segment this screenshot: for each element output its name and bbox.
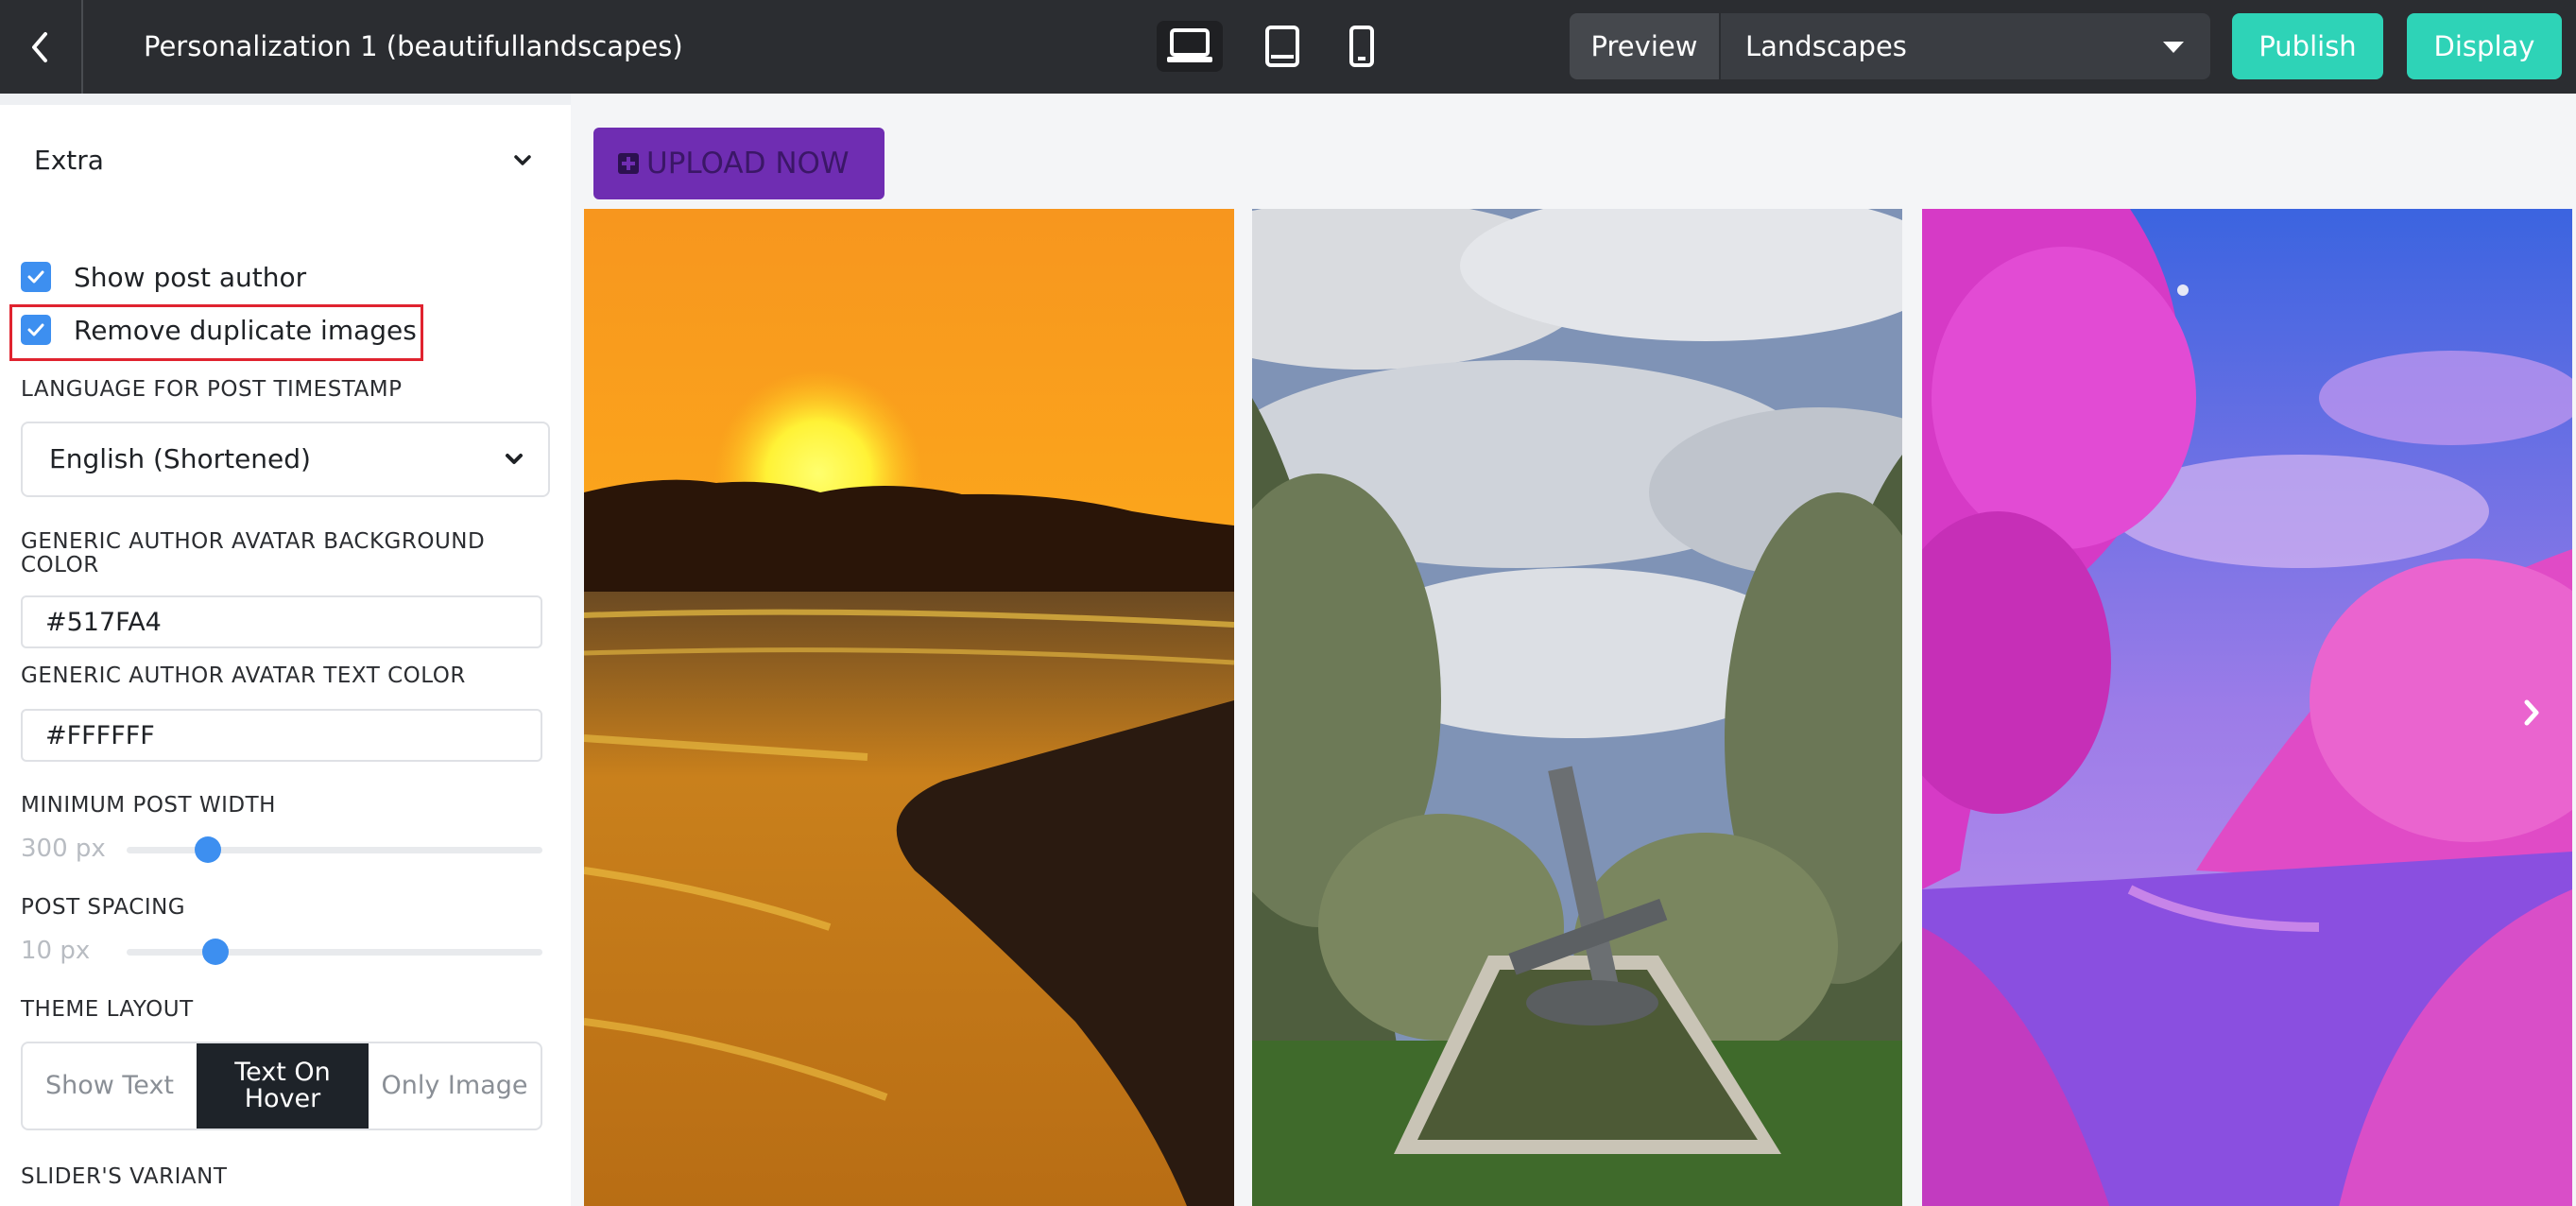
mobile-view-button[interactable] [1329,21,1395,72]
feed-post[interactable] [1922,209,2572,1206]
slider-handle[interactable] [202,939,229,965]
feed-post[interactable] [1252,209,1902,1206]
chevron-right-icon[interactable] [2519,698,2544,727]
layout-option-label: Text On Hover [234,1058,331,1113]
tablet-icon [1265,26,1299,67]
layout-option-only-image[interactable]: Only Image [369,1043,541,1128]
top-bar: Personalization 1 (beautifullandscapes) … [0,0,2576,94]
sidebar-divider [0,94,571,105]
chevron-down-icon [506,454,523,464]
extra-section-toggle[interactable]: Extra [34,137,535,184]
feed-select-value: Landscapes [1745,30,1907,62]
language-label: LANGUAGE FOR POST TIMESTAMP [21,377,403,402]
min-post-width-slider[interactable] [127,836,542,863]
feed-preview: UPLOAD NOW [571,94,2576,1206]
desktop-icon [1167,28,1212,62]
chevron-down-icon [514,155,531,165]
back-button[interactable] [0,0,83,94]
show-post-author-checkbox[interactable]: Show post author [21,258,306,296]
min-post-width-value: 300 px [21,835,106,863]
sunset-lake-photo [584,209,1234,1206]
tablet-view-button[interactable] [1249,21,1315,72]
olive-garden-sculpture-photo [1252,209,1902,1206]
layout-option-show-text[interactable]: Show Text [23,1043,197,1128]
avatar-bg-color-input[interactable] [21,595,542,648]
preview-label: Preview [1570,13,1719,79]
avatar-bg-color-label: GENERIC AUTHOR AVATAR BACKGROUND COLOR [21,529,486,577]
min-post-width-label: MINIMUM POST WIDTH [21,793,276,818]
avatar-text-color-label: GENERIC AUTHOR AVATAR TEXT COLOR [21,663,466,688]
layout-option-text-on-hover[interactable]: Text On Hover [197,1043,369,1128]
upload-now-button[interactable]: UPLOAD NOW [593,128,884,199]
mobile-icon [1349,26,1374,67]
theme-layout-label: THEME LAYOUT [21,997,194,1022]
pink-blossom-river-photo [1922,209,2572,1206]
chevron-left-icon [32,31,47,62]
section-title: Extra [34,145,104,176]
highlight-annotation [9,304,423,361]
post-spacing-label: POST SPACING [21,895,186,920]
caret-down-icon [2163,42,2184,53]
checkbox-checked-icon [21,262,51,292]
plus-square-icon [618,153,639,174]
language-select[interactable]: English (Shortened) [21,422,550,497]
checkbox-label: Show post author [74,261,307,293]
post-spacing-value: 10 px [21,937,91,965]
feed-post[interactable] [584,209,1234,1206]
upload-label: UPLOAD NOW [646,146,850,181]
language-select-value: English (Shortened) [49,443,311,474]
page-title: Personalization 1 (beautifullandscapes) [144,30,683,62]
settings-sidebar: Extra Show post author Remove duplicate … [0,94,571,1206]
publish-button[interactable]: Publish [2232,13,2383,79]
display-button[interactable]: Display [2407,13,2562,79]
slider-handle[interactable] [195,836,221,863]
post-spacing-slider[interactable] [127,939,542,965]
desktop-view-button[interactable] [1157,21,1223,72]
slider-variant-label: SLIDER'S VARIANT [21,1164,228,1189]
feed-select[interactable]: Landscapes [1719,13,2210,79]
avatar-text-color-input[interactable] [21,709,542,762]
theme-layout-segmented: Show Text Text On Hover Only Image [21,1042,542,1130]
